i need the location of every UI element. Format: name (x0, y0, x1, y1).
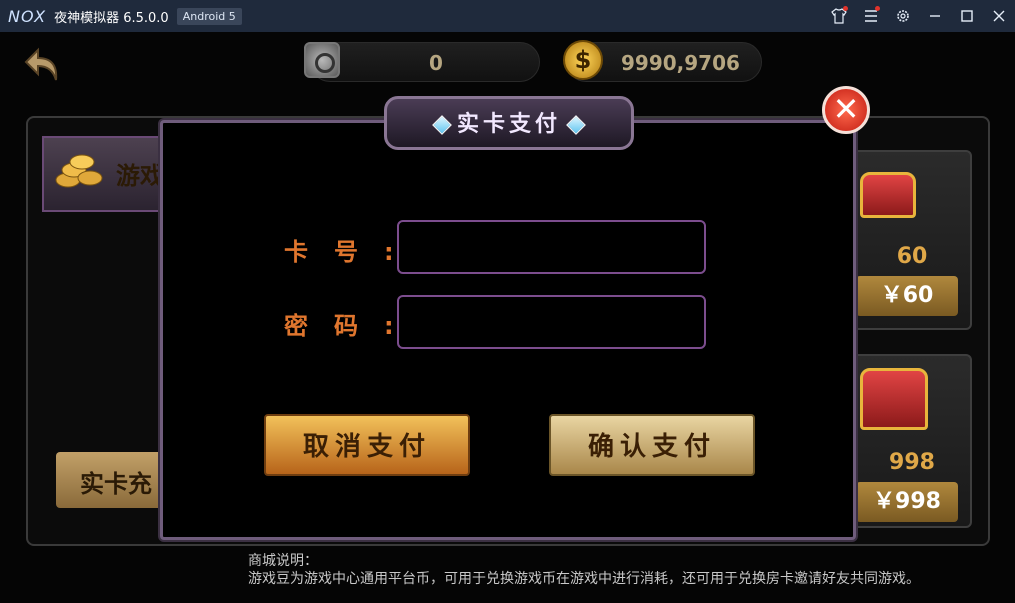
maximize-icon[interactable] (951, 0, 983, 32)
nox-logo: NOX (8, 6, 47, 26)
game-screen: 0 9990,9706 $ 游戏 实卡充 60 ￥60 998 ￥998 商城说… (0, 32, 1015, 603)
coin-stack-icon (52, 150, 112, 194)
dialog-close-button[interactable]: ✕ (822, 86, 870, 134)
dialog-title-text: 实卡支付 (456, 112, 561, 137)
cancel-payment-button[interactable]: 取消支付 (264, 414, 470, 476)
window-title: 夜神模拟器 6.5.0.0 (54, 10, 169, 26)
android-version-badge: Android 5 (176, 7, 242, 25)
coin-icon: $ (563, 40, 603, 80)
password-input[interactable] (397, 295, 706, 349)
shop-description-body: 游戏豆为游戏中心通用平台币，可用于兑换游戏币在游戏中进行消耗，还可用于兑换房卡邀… (248, 571, 920, 587)
diamond-gem-icon (566, 115, 586, 135)
shop-item-price-button[interactable]: ￥998 (856, 482, 958, 522)
treasure-chest-icon (860, 172, 916, 218)
confirm-payment-button[interactable]: 确认支付 (549, 414, 755, 476)
treasure-chest-icon (860, 368, 928, 430)
card-number-input[interactable] (397, 220, 706, 274)
diamond-balance-bar: 0 (310, 42, 540, 82)
titlebar-controls (823, 0, 1015, 32)
close-icon[interactable] (983, 0, 1015, 32)
card-recharge-label: 实卡充 (80, 470, 152, 498)
menu-icon[interactable] (855, 0, 887, 32)
emulator-titlebar: NOX 夜神模拟器 6.5.0.0 Android 5 (0, 0, 1015, 32)
coin-count: 9990,9706 (621, 51, 740, 75)
notification-dot (843, 6, 848, 11)
dialog-title: 实卡支付 (384, 106, 634, 138)
gear-icon[interactable] (887, 0, 919, 32)
shop-item-beans: 60 (896, 244, 928, 269)
shop-description: 商城说明： 游戏豆为游戏中心通用平台币，可用于兑换游戏币在游戏中进行消耗，还可用… (248, 552, 920, 588)
shirt-icon[interactable] (823, 0, 855, 32)
notification-dot (875, 6, 880, 11)
diamond-count: 0 (429, 51, 443, 75)
back-arrow-icon[interactable] (22, 44, 64, 86)
diamond-icon (304, 42, 340, 78)
shop-description-title: 商城说明： (248, 553, 318, 569)
tab-game-beans-label: 游戏 (116, 162, 164, 190)
shop-item-beans: 998 (889, 450, 935, 475)
diamond-gem-icon (432, 115, 452, 135)
minimize-icon[interactable] (919, 0, 951, 32)
shop-item-price-button[interactable]: ￥60 (856, 276, 958, 316)
